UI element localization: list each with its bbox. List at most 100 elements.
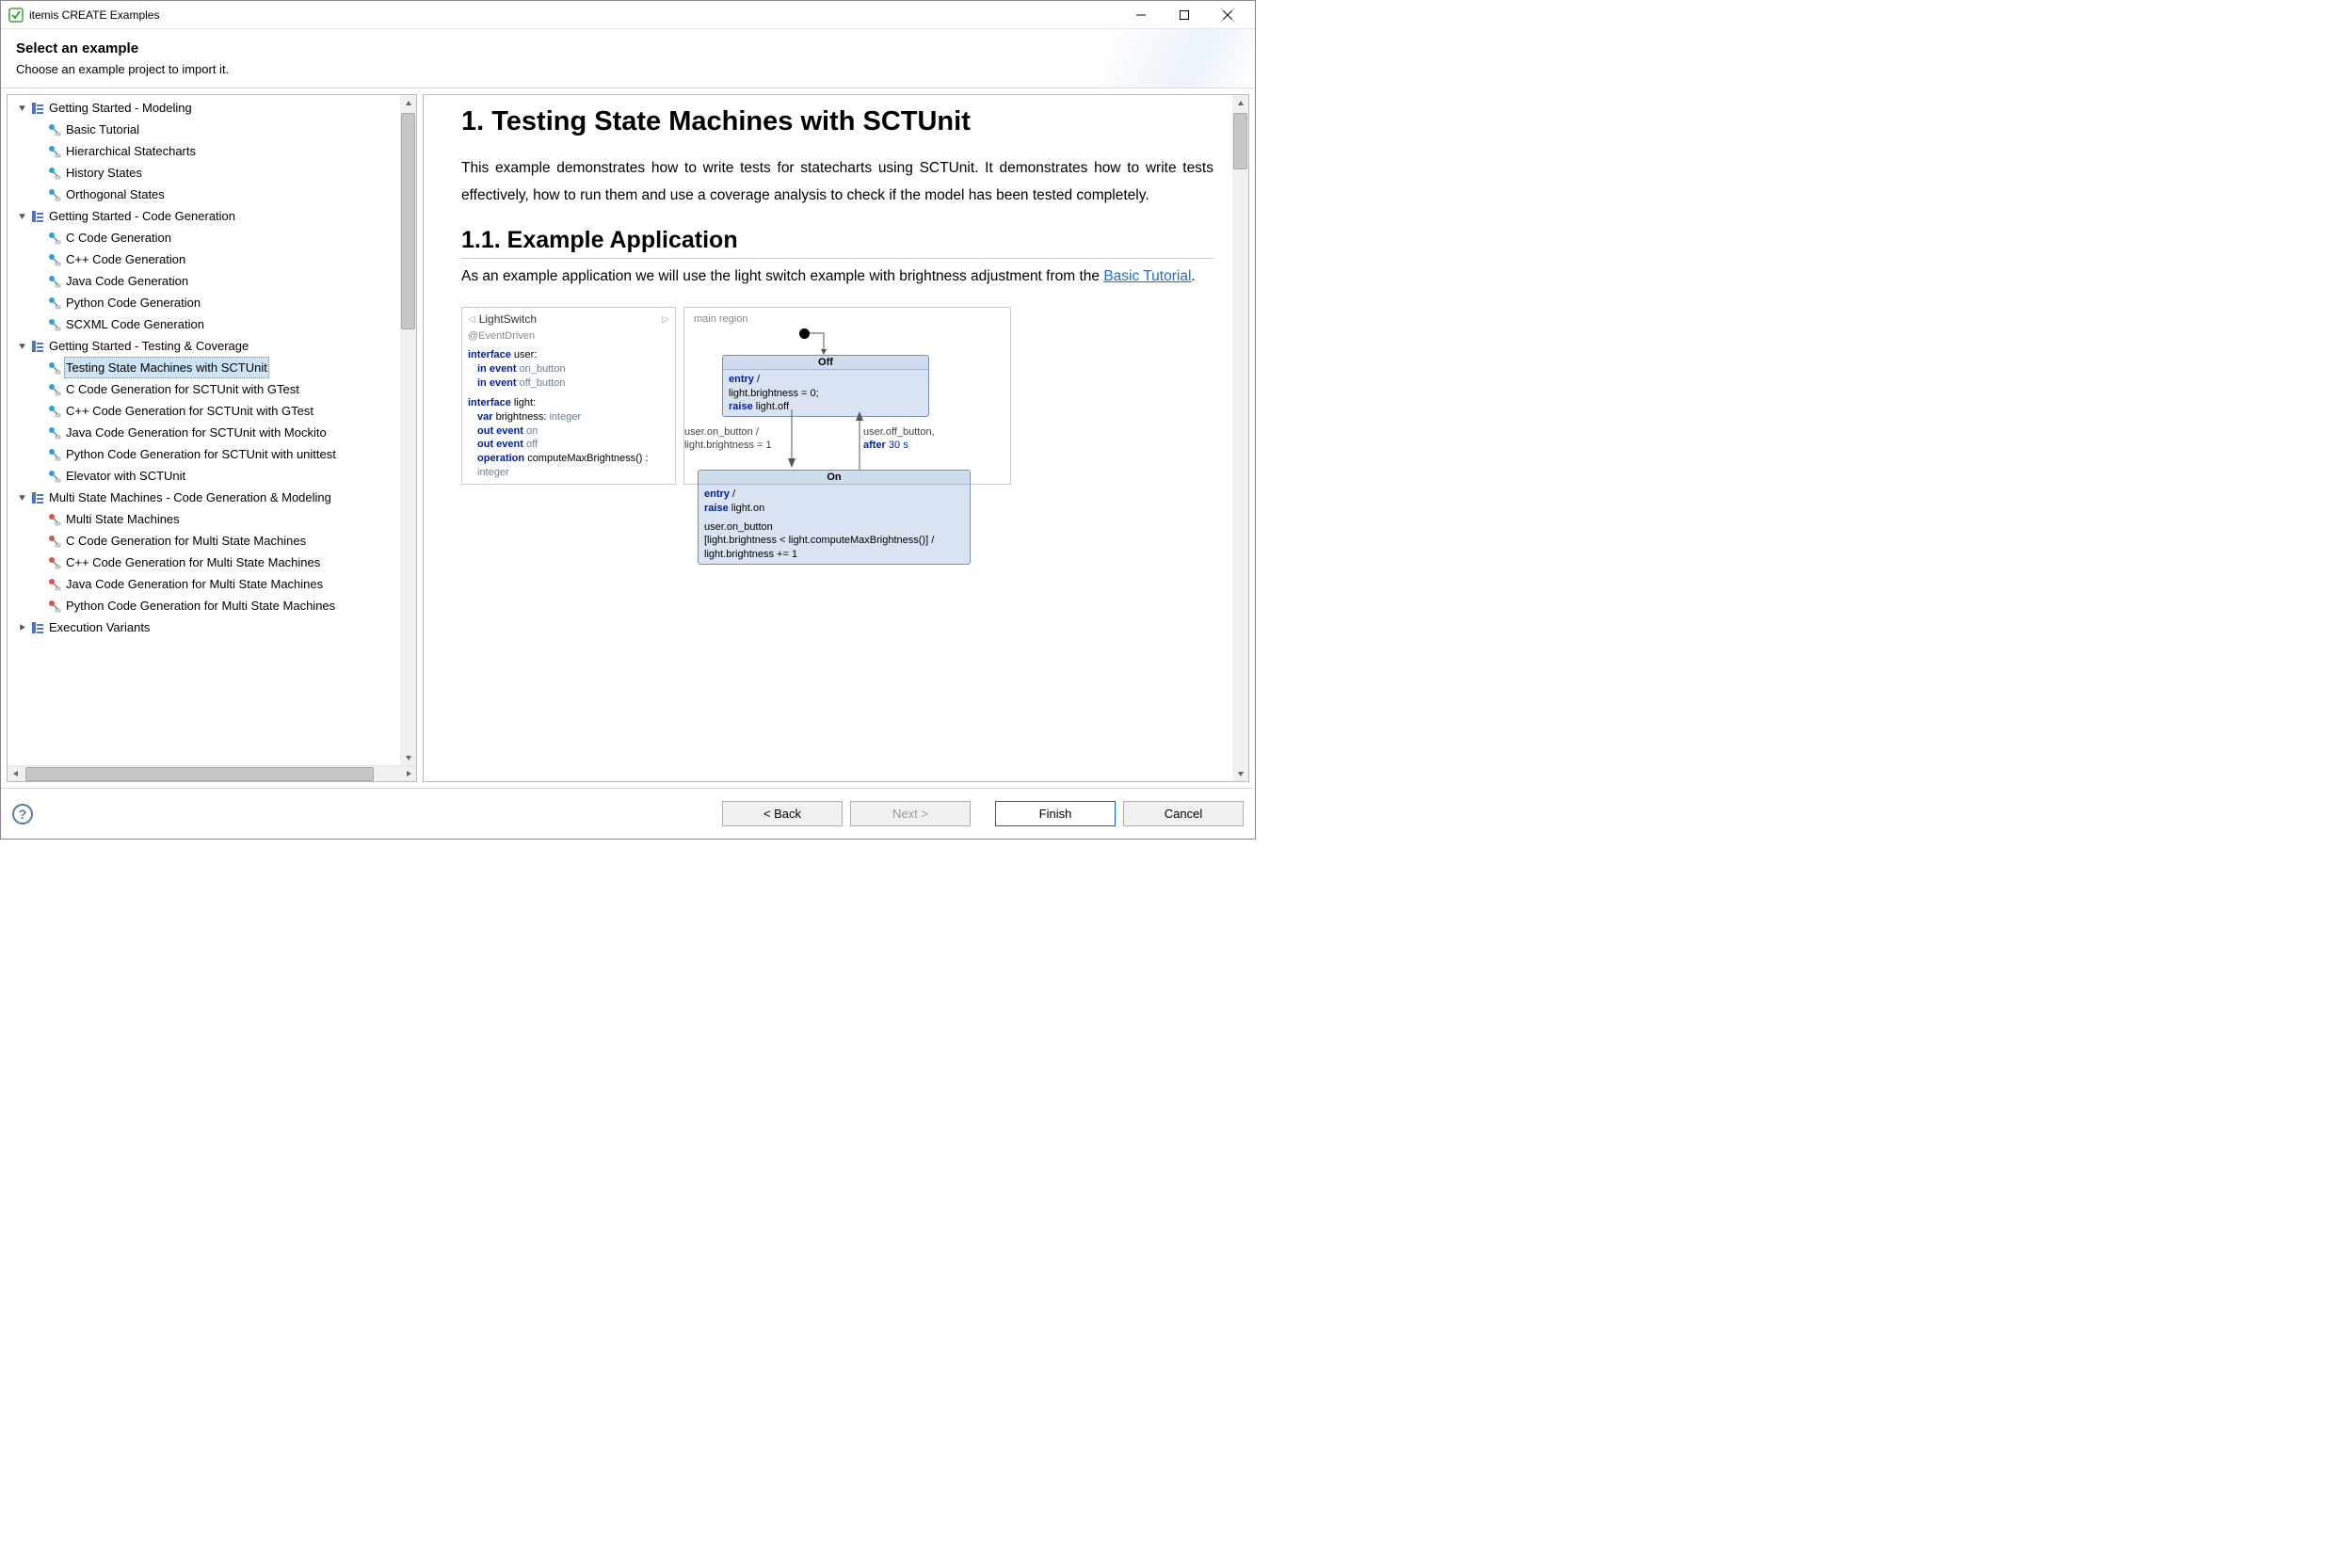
tree-group[interactable]: Multi State Machines - Code Generation &…: [8, 487, 416, 508]
tree-item-label: Orthogonal States: [64, 184, 167, 205]
example-icon: [47, 404, 62, 419]
scroll-thumb[interactable]: [401, 113, 415, 329]
chevron-down-icon[interactable]: [15, 102, 28, 115]
page-subtitle: Choose an example project to import it.: [16, 62, 1240, 76]
chevron-down-icon[interactable]: [15, 340, 28, 353]
cancel-button[interactable]: Cancel: [1123, 801, 1244, 826]
tree-group-label: Getting Started - Testing & Coverage: [47, 335, 250, 357]
next-button[interactable]: Next >: [850, 801, 971, 826]
example-tree[interactable]: Getting Started - ModelingBasic Tutorial…: [8, 95, 416, 640]
tree-item-label: C++ Code Generation for Multi State Mach…: [64, 552, 322, 573]
tree-vertical-scrollbar[interactable]: [400, 95, 416, 765]
tree-group-label: Getting Started - Code Generation: [47, 205, 237, 227]
help-icon[interactable]: ?: [12, 804, 33, 824]
window-title: itemis CREATE Examples: [29, 8, 159, 22]
titlebar: itemis CREATE Examples: [1, 1, 1255, 29]
wizard-footer: ? < Back Next > Finish Cancel: [1, 788, 1255, 839]
tree-item[interactable]: Java Code Generation for SCTUnit with Mo…: [8, 422, 416, 443]
tree-item[interactable]: Java Code Generation: [8, 270, 416, 292]
tree-item[interactable]: Multi State Machines: [8, 508, 416, 530]
tree-group[interactable]: Getting Started - Code Generation: [8, 205, 416, 227]
tree-item[interactable]: C Code Generation for Multi State Machin…: [8, 530, 416, 552]
scroll-down-arrow[interactable]: [1232, 765, 1248, 781]
transition-label-on: user.on_button / light.brightness = 1: [684, 426, 772, 453]
tree-item-label: Python Code Generation: [64, 292, 202, 313]
example-icon: [47, 534, 62, 549]
example-icon: [47, 166, 62, 181]
scroll-down-arrow[interactable]: [400, 749, 416, 765]
example-icon: [47, 599, 62, 614]
tree-item[interactable]: C Code Generation for SCTUnit with GTest: [8, 378, 416, 400]
statechart-region: main region Off entry / light.brightness…: [683, 307, 1011, 485]
tree-item-label: History States: [64, 162, 144, 184]
scroll-up-arrow[interactable]: [1232, 95, 1248, 111]
tree-item[interactable]: C Code Generation: [8, 227, 416, 248]
example-description-panel: 1. Testing State Machines with SCTUnit T…: [423, 94, 1249, 782]
tree-item-label: C++ Code Generation for SCTUnit with GTe…: [64, 400, 315, 422]
back-button[interactable]: < Back: [722, 801, 843, 826]
tree-group[interactable]: Execution Variants: [8, 616, 416, 638]
tree-item[interactable]: Python Code Generation for Multi State M…: [8, 595, 416, 616]
scroll-thumb[interactable]: [25, 767, 374, 781]
tree-item[interactable]: Python Code Generation for SCTUnit with …: [8, 443, 416, 465]
example-icon: [47, 555, 62, 570]
example-icon: [47, 447, 62, 462]
tree-item-label: C Code Generation for SCTUnit with GTest: [64, 378, 301, 400]
scroll-right-arrow[interactable]: [400, 766, 416, 782]
example-icon: [47, 122, 62, 137]
state-on: On entry / raise light.on user.on_button…: [698, 470, 971, 564]
tree-group[interactable]: Getting Started - Testing & Coverage: [8, 335, 416, 357]
tree-item[interactable]: Java Code Generation for Multi State Mac…: [8, 573, 416, 595]
example-icon: [47, 317, 62, 332]
example-icon: [47, 577, 62, 592]
tree-item[interactable]: Elevator with SCTUnit: [8, 465, 416, 487]
tree-item[interactable]: C++ Code Generation for SCTUnit with GTe…: [8, 400, 416, 422]
tree-item[interactable]: History States: [8, 162, 416, 184]
tree-item[interactable]: SCXML Code Generation: [8, 313, 416, 335]
close-button[interactable]: [1206, 1, 1249, 29]
tree-item[interactable]: Python Code Generation: [8, 292, 416, 313]
scroll-left-arrow[interactable]: [8, 766, 24, 782]
tree-item[interactable]: C++ Code Generation for Multi State Mach…: [8, 552, 416, 573]
tree-item-label: Elevator with SCTUnit: [64, 465, 187, 487]
tree-group[interactable]: Getting Started - Modeling: [8, 97, 416, 119]
tree-item[interactable]: Hierarchical Statecharts: [8, 140, 416, 162]
wizard-header: Select an example Choose an example proj…: [1, 29, 1255, 88]
minimize-button[interactable]: [1119, 1, 1163, 29]
finish-button[interactable]: Finish: [995, 801, 1116, 826]
app-icon: [8, 8, 24, 23]
tree-item[interactable]: Orthogonal States: [8, 184, 416, 205]
statechart-definition-section: ◁ LightSwitch ▷ @EventDriven interface u…: [461, 307, 676, 485]
statechart-diagram: ◁ LightSwitch ▷ @EventDriven interface u…: [461, 307, 1213, 485]
example-icon: [47, 296, 62, 311]
example-icon: [47, 252, 62, 267]
maximize-button[interactable]: [1163, 1, 1206, 29]
tree-item-label: Python Code Generation for SCTUnit with …: [64, 443, 338, 465]
tree-item-label: Basic Tutorial: [64, 119, 141, 140]
page-title: Select an example: [16, 40, 1240, 56]
tree-item-label: Multi State Machines: [64, 508, 182, 530]
transition-label-off: user.off_button, after 30 s: [863, 426, 935, 453]
content-paragraph-1: This example demonstrates how to write t…: [461, 154, 1213, 210]
example-icon: [47, 231, 62, 246]
category-icon: [30, 490, 45, 505]
content-heading-1: 1. Testing State Machines with SCTUnit: [461, 106, 1213, 137]
tree-item[interactable]: Testing State Machines with SCTUnit: [8, 357, 416, 378]
tree-item[interactable]: C++ Code Generation: [8, 248, 416, 270]
chevron-down-icon[interactable]: [15, 491, 28, 504]
content-vertical-scrollbar[interactable]: [1232, 95, 1248, 781]
tree-item-label: C Code Generation: [64, 227, 173, 248]
state-off: Off entry / light.brightness = 0; raise …: [722, 355, 929, 417]
content-heading-2: 1.1. Example Application: [461, 227, 1213, 259]
tree-horizontal-scrollbar[interactable]: [8, 765, 416, 781]
tree-item[interactable]: Basic Tutorial: [8, 119, 416, 140]
scroll-up-arrow[interactable]: [400, 95, 416, 111]
tree-group-label: Multi State Machines - Code Generation &…: [47, 487, 333, 508]
chevron-down-icon[interactable]: [15, 210, 28, 223]
tree-item-label: Java Code Generation: [64, 270, 190, 292]
example-icon: [47, 360, 62, 376]
tree-item-label: SCXML Code Generation: [64, 313, 206, 335]
basic-tutorial-link[interactable]: Basic Tutorial: [1103, 268, 1191, 284]
scroll-thumb[interactable]: [1233, 113, 1247, 169]
chevron-right-icon[interactable]: [15, 621, 28, 634]
